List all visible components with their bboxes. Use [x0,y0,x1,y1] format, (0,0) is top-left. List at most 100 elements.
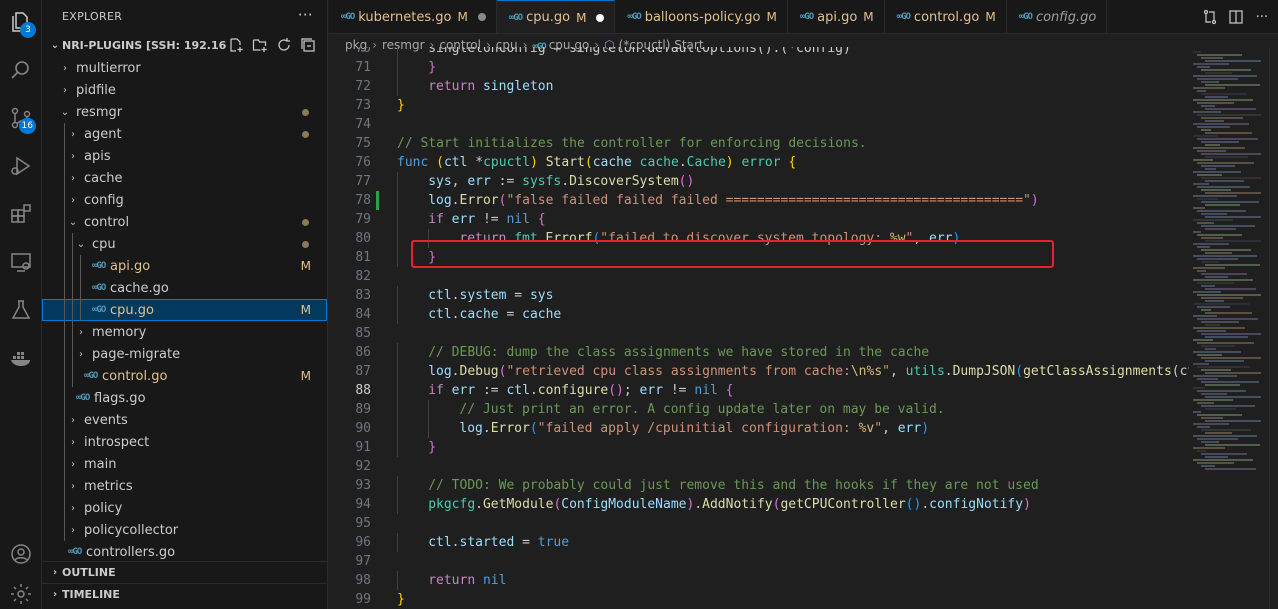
scm-badge: 16 [18,118,36,134]
tree-folder[interactable]: › metrics [42,475,327,497]
code-token: Error [490,421,530,436]
refresh-button[interactable] [275,36,293,54]
tree-file[interactable]: ∞GO flags.go [42,387,327,409]
extensions-activity-button[interactable] [0,192,42,236]
tab-config-go[interactable]: ∞GO config.go [1007,0,1108,33]
collapse-all-button[interactable] [299,36,317,54]
code-line: ctl.cache = cache [397,305,561,324]
docker-activity-button[interactable] [0,336,42,380]
run-debug-activity-button[interactable] [0,144,42,188]
line-number: 72 [355,79,371,94]
code-token: ConfigModuleName [561,497,687,512]
code-token: "false failed failed failed ============… [506,193,1031,208]
code-token: , [451,174,468,189]
source-control-activity-button[interactable]: 16 [0,96,42,140]
tree-file[interactable]: ∞GO cpu.go M [42,299,327,321]
code-token: \n%s [850,364,883,379]
outline-section-header[interactable]: › OUTLINE [42,561,327,583]
tree-file[interactable]: ∞GO cache.go [42,277,327,299]
tree-folder[interactable]: ⌄ cpu [42,233,327,255]
indent-guide [64,343,65,365]
unsaved-dot-icon[interactable] [477,13,486,21]
more-editor-actions-button[interactable]: ··· [1252,7,1272,27]
tree-folder[interactable]: › pidfile [42,79,327,101]
workspace-root-label: NRI-PLUGINS [SSH: 192.168.0.... [62,38,227,52]
code-token: , [889,364,906,379]
indent-guide [80,255,81,277]
tree-folder[interactable]: › introspect [42,431,327,453]
tree-folder[interactable]: › config [42,189,327,211]
line-number: 76 [355,155,371,170]
code-editor[interactable]: 70 singletonConfig = singleton.defaultOpt… [329,47,1189,609]
tab-api-go[interactable]: ∞GO api.go M [788,0,885,33]
tab-cpu-go[interactable]: ∞GO cpu.go M [496,0,616,33]
tree-folder[interactable]: › agent [42,123,327,145]
tree-file[interactable]: ∞GO controllers.go [42,541,327,563]
chevron-right-icon: › [52,589,58,600]
tab-label: kubernetes.go [358,9,452,25]
minimap-line [1205,408,1236,410]
minimap-line [1205,60,1261,62]
code-token: } [428,60,437,75]
split-editor-button[interactable] [1226,7,1246,27]
tree-folder[interactable]: › memory [42,321,327,343]
tab-bar: ∞GO kubernetes.go M ∞GO cpu.go M ∞GO balloons-p… [329,0,1278,34]
explorer-activity-button[interactable]: 3 [0,0,42,44]
minimap-line [1197,246,1210,248]
minimap-line [1193,327,1245,329]
explorer-sidebar: EXPLORER ··· ⌄ NRI-PLUGINS [SSH: 192.168… [42,0,328,609]
vertical-scrollbar[interactable] [1269,47,1278,609]
compare-changes-button[interactable] [1200,7,1220,27]
new-folder-button[interactable] [251,36,269,54]
code-token: log [459,421,483,436]
tree-folder[interactable]: ⌄ control [42,211,327,233]
line-number: 71 [355,60,371,75]
code-token: if [428,212,444,227]
tab-kubernetes-go[interactable]: ∞GO kubernetes.go M [329,0,497,33]
code-line: } [397,590,405,609]
tree-folder[interactable]: ⌄ resmgr [42,101,327,123]
accounts-activity-button[interactable] [0,532,42,576]
go-file-icon: ∞GO [799,12,814,22]
tree-folder[interactable]: › multierror [42,57,327,79]
code-line: } [397,58,436,77]
tree-file[interactable]: ∞GO api.go M [42,255,327,277]
account-icon [11,544,31,564]
tree-folder[interactable]: › main [42,453,327,475]
code-token: nil [694,383,718,398]
minimap[interactable] [1189,47,1269,609]
code-token: ( [1015,364,1024,379]
tree-folder[interactable]: › page-migrate [42,343,327,365]
tree-folder[interactable]: › policycollector [42,519,327,541]
code-token: err [639,383,664,398]
tree-folder[interactable]: › apis [42,145,327,167]
minimap-line [1197,102,1234,104]
workspace-root-header[interactable]: ⌄ NRI-PLUGINS [SSH: 192.168.0.... [42,33,327,57]
tab-control-go[interactable]: ∞GO control.go M [885,0,1007,33]
new-file-button[interactable] [227,36,245,54]
manage-activity-button[interactable] [0,572,42,609]
minimap-line [1201,369,1231,371]
tree-folder[interactable]: › policy [42,497,327,519]
tab-balloons-policy-go[interactable]: ∞GO balloons-policy.go M [615,0,788,33]
code-token: getClassAssignments [1023,364,1172,379]
code-token: () [678,174,695,189]
tree-file[interactable]: ∞GO control.go M [42,365,327,387]
search-activity-button[interactable] [0,48,42,92]
timeline-section-header[interactable]: › TIMELINE [42,583,327,605]
unsaved-dot-icon[interactable] [596,13,605,22]
go-file-icon: ∞GO [896,12,911,22]
remote-explorer-activity-button[interactable] [0,240,42,284]
code-line: return nil [397,571,506,590]
code-token: := [475,383,507,398]
line-number: 73 [355,98,371,113]
more-actions-icon[interactable]: ··· [298,6,313,24]
run-debug-icon [11,156,31,176]
tree-folder[interactable]: › cache [42,167,327,189]
tree-folder[interactable]: › events [42,409,327,431]
indent-guide [72,343,73,365]
minimap-line [1193,411,1201,413]
code-token: . [944,364,953,379]
testing-activity-button[interactable] [0,288,42,332]
minimap-line [1197,414,1242,416]
